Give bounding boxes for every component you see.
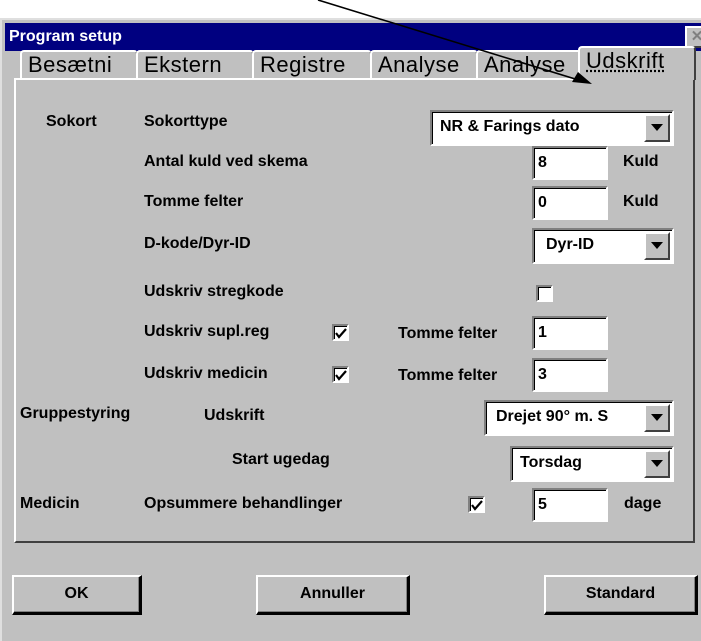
- medicin-section-label: Medicin: [20, 495, 80, 512]
- opsummere-label: Opsummere behandlinger: [144, 495, 343, 512]
- dkode-label: D-kode/Dyr-ID: [144, 235, 251, 252]
- chevron-down-icon[interactable]: [644, 114, 670, 142]
- start-ugedag-label: Start ugedag: [232, 451, 330, 468]
- gruppe-udskrift-label: Udskrift: [204, 407, 265, 424]
- sokorttype-label: Sokorttype: [144, 113, 228, 130]
- chevron-down-icon[interactable]: [644, 404, 670, 432]
- checkmark-icon: [471, 500, 483, 511]
- stregkode-label: Udskriv stregkode: [144, 283, 284, 300]
- start-ugedag-value: Torsdag: [520, 454, 582, 471]
- checkmark-icon: [335, 328, 347, 339]
- sokorttype-value: NR & Farings dato: [440, 118, 580, 135]
- antal-kuld-label: Antal kuld ved skema: [144, 153, 308, 170]
- sokorttype-select[interactable]: NR & Farings dato: [430, 110, 674, 146]
- dkode-value: Dyr-ID: [546, 236, 595, 253]
- ok-button[interactable]: OK: [12, 575, 142, 615]
- sokort-section-label: Sokort: [46, 113, 97, 130]
- gruppestyring-section-label: Gruppestyring: [20, 405, 131, 422]
- suplreg-tomme-input[interactable]: 1: [532, 316, 608, 350]
- standard-button[interactable]: Standard: [544, 575, 698, 615]
- tomme-felter-label: Tomme felter: [144, 193, 244, 210]
- chevron-down-icon[interactable]: [644, 232, 670, 260]
- antal-kuld-unit: Kuld: [623, 153, 659, 170]
- stregkode-checkbox[interactable]: [536, 285, 553, 302]
- start-ugedag-select[interactable]: Torsdag: [510, 446, 674, 482]
- medicin-tomme-label: Tomme felter: [398, 367, 498, 384]
- suplreg-tomme-label: Tomme felter: [398, 325, 498, 342]
- days-unit: dage: [624, 495, 662, 512]
- tomme-felter-unit: Kuld: [623, 193, 659, 210]
- annuller-button[interactable]: Annuller: [256, 575, 410, 615]
- chevron-down-icon[interactable]: [644, 450, 670, 478]
- tomme-felter-input[interactable]: 0: [532, 186, 608, 220]
- days-input[interactable]: 5: [532, 488, 608, 522]
- medicin-udskriv-checkbox[interactable]: [332, 366, 349, 383]
- medicin-tomme-input[interactable]: 3: [532, 358, 608, 392]
- annotation-arrow: [317, 0, 592, 84]
- gruppe-udskrift-value: Drejet 90° m. S: [496, 408, 609, 425]
- medicin-udskriv-label: Udskriv medicin: [144, 365, 268, 382]
- gruppe-udskrift-select[interactable]: Drejet 90° m. S: [484, 400, 674, 436]
- antal-kuld-input[interactable]: 8: [532, 146, 608, 180]
- suplreg-label: Udskriv supl.reg: [144, 323, 270, 340]
- checkmark-icon: [335, 370, 347, 381]
- dkode-select[interactable]: Dyr-ID: [532, 228, 674, 264]
- suplreg-checkbox[interactable]: [332, 324, 349, 341]
- opsummere-checkbox[interactable]: [468, 496, 485, 513]
